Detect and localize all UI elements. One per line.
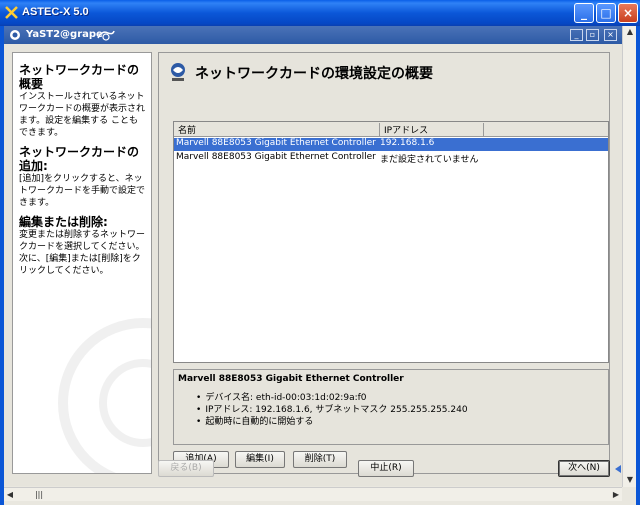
- yast-titlebar[interactable]: YaST2@grape _ ▫ ×: [4, 26, 622, 44]
- main-pane: ネットワークカードの環境設定の概要 名前 IPアドレス Marvell 88E8…: [158, 52, 610, 474]
- help-text-edit-delete: 変更または削除するネットワークカードを選択してください。次に、[編集]または[削…: [19, 230, 146, 276]
- next-button[interactable]: 次へ(N): [558, 460, 610, 477]
- help-text-overview: インストールされているネットワークカードの概要が表示されます。設定を編集する こ…: [19, 92, 146, 138]
- back-button[interactable]: 戻る(B): [158, 460, 214, 477]
- scroll-thumb[interactable]: |||: [32, 489, 46, 501]
- delete-button[interactable]: 削除(T): [293, 451, 347, 468]
- minimize-button[interactable]: _: [574, 3, 594, 23]
- vertical-scrollbar[interactable]: ▲ ▼: [622, 26, 636, 487]
- edit-button[interactable]: 編集(I): [235, 451, 285, 468]
- detail-panel: Marvell 88E8053 Gigabit Ethernet Control…: [173, 369, 609, 445]
- detail-ip-address: IPアドレス: 192.168.1.6, サブネットマスク 255.255.25…: [196, 404, 467, 416]
- scroll-up-icon[interactable]: ▲: [624, 26, 636, 38]
- table-row[interactable]: Marvell 88E8053 Gigabit Ethernet Control…: [174, 152, 608, 165]
- window-title: ASTEC-X 5.0: [22, 6, 89, 18]
- help-heading-add: ネットワークカードの追加:: [19, 145, 140, 173]
- astec-x-icon: [5, 6, 18, 19]
- yast-close-button[interactable]: ×: [604, 29, 617, 41]
- table-row[interactable]: Marvell 88E8053 Gigabit Ethernet Control…: [174, 138, 608, 151]
- help-text-add: [追加]をクリックすると、ネットワークカードを手動で設定できます。: [19, 174, 146, 208]
- detail-device-name: デバイス名: eth-id-00:03:1d:02:9a:f0: [196, 392, 468, 404]
- yast-title: YaST2@grape: [26, 29, 103, 40]
- abort-button[interactable]: 中止(R): [358, 460, 414, 477]
- yast-minimize-button[interactable]: _: [570, 29, 583, 41]
- suse-watermark-icon: [58, 318, 151, 473]
- suse-gecko-icon: [97, 30, 115, 41]
- detail-list: デバイス名: eth-id-00:03:1d:02:9a:f0 IPアドレス: …: [196, 392, 468, 428]
- help-heading-overview: ネットワークカードの概要: [19, 63, 140, 91]
- detail-title: Marvell 88E8053 Gigabit Ethernet Control…: [178, 374, 404, 384]
- close-button[interactable]: ×: [618, 3, 638, 23]
- cell-name: Marvell 88E8053 Gigabit Ethernet Control…: [176, 138, 376, 148]
- network-card-icon: [171, 63, 185, 81]
- help-pane: ネットワークカードの概要 インストールされているネットワークカードの概要が表示さ…: [12, 52, 152, 474]
- hint-arrow-icon: [615, 465, 621, 473]
- yast-icon: [10, 30, 20, 40]
- detail-startup: 起動時に自動的に開始する: [196, 416, 468, 428]
- yast-maximize-button[interactable]: ▫: [586, 29, 599, 41]
- cell-ip: 192.168.1.6: [380, 138, 435, 148]
- yast-window: YaST2@grape _ ▫ × ネットワークカードの概要 インストールされて…: [4, 26, 622, 486]
- table-header: 名前 IPアドレス: [174, 122, 608, 137]
- cell-ip: まだ設定されていません: [380, 155, 479, 165]
- column-header-ip[interactable]: IPアドレス: [380, 123, 484, 136]
- network-card-table[interactable]: 名前 IPアドレス Marvell 88E8053 Gigabit Ethern…: [173, 121, 609, 363]
- cell-name: Marvell 88E8053 Gigabit Ethernet Control…: [176, 152, 376, 162]
- horizontal-scrollbar[interactable]: ◀ ||| ▶: [4, 487, 622, 501]
- window-titlebar[interactable]: ASTEC-X 5.0 _ □ ×: [0, 0, 640, 26]
- maximize-button[interactable]: □: [596, 3, 616, 23]
- scroll-right-icon[interactable]: ▶: [610, 489, 622, 501]
- scroll-down-icon[interactable]: ▼: [624, 474, 636, 486]
- scroll-left-icon[interactable]: ◀: [4, 489, 16, 501]
- page-title: ネットワークカードの環境設定の概要: [195, 66, 433, 82]
- window-right-border: [636, 26, 640, 505]
- column-header-name[interactable]: 名前: [174, 123, 380, 136]
- help-heading-edit-delete: 編集または削除:: [19, 215, 108, 229]
